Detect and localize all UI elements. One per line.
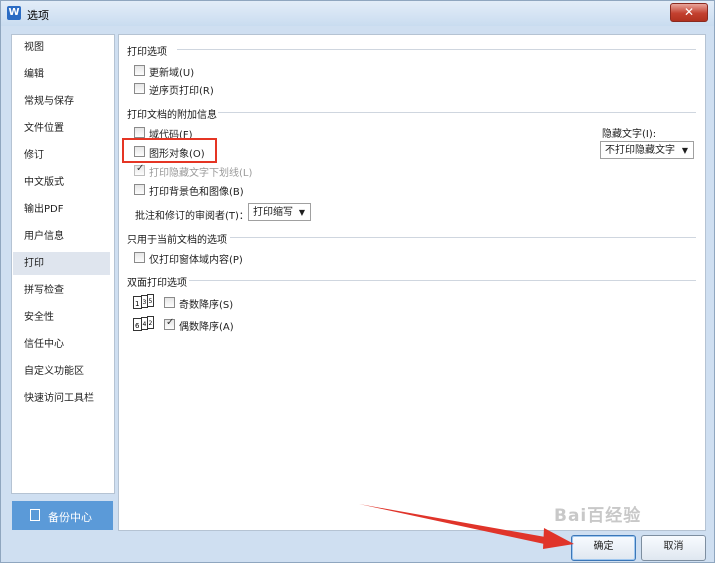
close-button[interactable]: ✕: [670, 3, 708, 22]
field-codes-checkbox[interactable]: [134, 127, 145, 138]
hidden-text-label: 隐藏文字(I):: [602, 129, 657, 140]
reviewer-select[interactable]: 打印缩写 ▼: [248, 203, 311, 221]
backup-center-label: 备份中心: [48, 511, 92, 524]
cancel-button[interactable]: 取消: [641, 535, 706, 561]
even-reverse-checkbox[interactable]: ✓: [164, 317, 175, 330]
reverse-order-checkbox[interactable]: [134, 83, 145, 94]
hidden-text-select[interactable]: 不打印隐藏文字 ▼: [600, 141, 694, 159]
dropdown-arrow-icon: ▼: [681, 146, 688, 155]
hidden-text-underline-checkbox[interactable]: ✓: [134, 163, 145, 176]
options-sidebar: 视图 编辑 常规与保存 文件位置 修订 中文版式 输出PDF 用户信息 打印 拼…: [11, 34, 115, 494]
checkmark-icon: ✓: [166, 317, 175, 328]
sidebar-item-customize-ribbon[interactable]: 自定义功能区: [13, 360, 110, 383]
sidebar-item-spellcheck[interactable]: 拼写检查: [13, 279, 110, 302]
sidebar-item-user-info[interactable]: 用户信息: [13, 225, 110, 248]
svg-text:1: 1: [135, 300, 139, 308]
section-divider: [218, 112, 696, 113]
odd-pages-icon: 1 3 5: [133, 294, 157, 310]
ok-button[interactable]: 确定: [571, 535, 636, 561]
print-options-panel: 打印选项 更新域(U) 逆序页打印(R) 打印文档的附加信息 域代码(F) 图形…: [118, 34, 706, 531]
background-colors-images-label: 打印背景色和图像(B): [149, 187, 244, 198]
reverse-order-label: 逆序页打印(R): [149, 86, 214, 97]
backup-icon: [30, 509, 40, 521]
svg-text:4: 4: [143, 321, 147, 328]
section-divider: [230, 237, 696, 238]
section-divider: [189, 280, 696, 281]
print-form-data-label: 仅打印窗体域内容(P): [149, 255, 243, 266]
backup-center-button[interactable]: 备份中心: [12, 501, 113, 530]
sidebar-item-quick-access-toolbar[interactable]: 快速访问工具栏: [13, 387, 110, 410]
sidebar-item-view[interactable]: 视图: [13, 36, 110, 59]
section-divider: [177, 49, 696, 50]
sidebar-item-export-pdf[interactable]: 输出PDF: [13, 198, 110, 221]
odd-reverse-label: 奇数降序(S): [179, 300, 234, 311]
hidden-text-underline-label: 打印隐藏文字下划线(L): [149, 168, 253, 179]
svg-text:6: 6: [135, 322, 140, 330]
sidebar-item-revisions[interactable]: 修订: [13, 144, 110, 167]
update-fields-checkbox[interactable]: [134, 65, 145, 76]
options-dialog: W 选项 ✕ 视图 编辑 常规与保存 文件位置 修订 中文版式 输出PDF 用户…: [0, 0, 715, 563]
checkmark-icon: ✓: [136, 163, 145, 174]
section-title-print-options: 打印选项: [127, 47, 167, 58]
reviewer-label: 批注和修订的审阅者(T)：: [135, 211, 249, 222]
svg-text:5: 5: [149, 298, 153, 305]
hidden-text-select-value: 不打印隐藏文字: [605, 145, 675, 156]
sidebar-item-file-locations[interactable]: 文件位置: [13, 117, 110, 140]
highlight-box: [122, 138, 217, 163]
section-title-duplex: 双面打印选项: [127, 278, 187, 289]
print-form-data-checkbox[interactable]: [134, 252, 145, 263]
sidebar-item-general-save[interactable]: 常规与保存: [13, 90, 110, 113]
odd-reverse-checkbox[interactable]: [164, 297, 175, 308]
section-title-current-doc: 只用于当前文档的选项: [127, 235, 227, 246]
even-reverse-label: 偶数降序(A): [179, 322, 234, 333]
sidebar-item-security[interactable]: 安全性: [13, 306, 110, 329]
sidebar-item-chinese-layout[interactable]: 中文版式: [13, 171, 110, 194]
reviewer-select-value: 打印缩写: [253, 207, 293, 218]
wps-app-icon: W: [7, 6, 21, 20]
svg-text:3: 3: [143, 299, 147, 306]
sidebar-item-print[interactable]: 打印: [13, 252, 110, 275]
baidu-jingyan-watermark: Bai百经验: [554, 506, 642, 526]
title-bar: W 选项 ✕: [1, 1, 714, 26]
section-title-doc-extra: 打印文档的附加信息: [127, 110, 217, 121]
background-colors-images-checkbox[interactable]: [134, 184, 145, 195]
dialog-title: 选项: [27, 9, 49, 22]
svg-text:2: 2: [149, 320, 153, 327]
sidebar-item-edit[interactable]: 编辑: [13, 63, 110, 86]
sidebar-item-trust-center[interactable]: 信任中心: [13, 333, 110, 356]
dropdown-arrow-icon: ▼: [298, 208, 305, 217]
even-pages-icon: 6 4 2: [133, 316, 157, 332]
update-fields-label: 更新域(U): [149, 68, 195, 79]
